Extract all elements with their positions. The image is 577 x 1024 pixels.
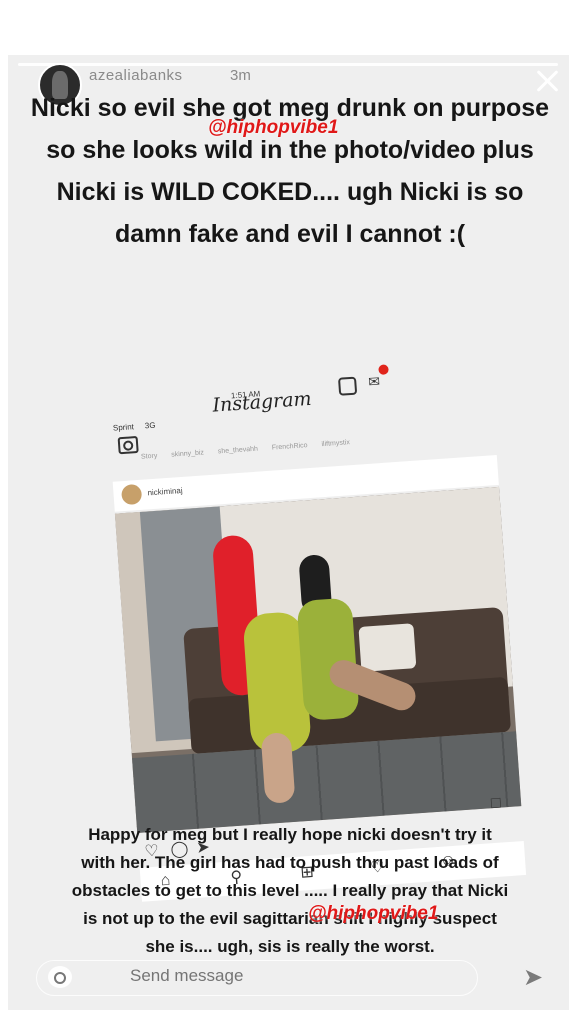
notification-badge (378, 364, 389, 375)
watermark: @hiphopvibe1 (208, 117, 339, 138)
message-input[interactable] (128, 965, 432, 987)
network-label: 3G (144, 420, 156, 431)
bookmark-icon: □ (490, 794, 502, 813)
photo-pillow (358, 623, 417, 672)
post-username: nickiminaj (147, 485, 183, 498)
story-label: FrenchRico (271, 442, 308, 452)
direct-message-icon: ✉ (367, 372, 381, 390)
post-photo (114, 486, 522, 833)
caption-bottom: Happy for meg but I really hope nicki do… (71, 825, 509, 956)
photo-person-leg (260, 732, 296, 804)
camera-icon (117, 435, 139, 455)
story-label: skinny_biz (171, 449, 205, 459)
username[interactable]: azealiabanks (89, 67, 183, 84)
caption-top: Nicki so evil she got meg drunk on purpo… (30, 94, 550, 248)
story-label: iliftmystix (321, 439, 351, 449)
photo-person (296, 597, 360, 721)
stories-row: Story skinny_biz she_thevahh FrenchRico … (141, 431, 471, 464)
camera-icon[interactable] (48, 966, 72, 988)
igtv-icon (337, 376, 358, 396)
story-label: Story (140, 452, 158, 461)
watermark: @hiphopvibe1 (308, 903, 439, 924)
timestamp: 3m (230, 67, 251, 84)
carrier-label: Sprint (112, 422, 135, 433)
story-label: she_thevahh (217, 445, 259, 456)
story-frame: azealiabanks 3m Nicki so evil she got me… (8, 55, 569, 1010)
send-icon[interactable]: ➤ (523, 963, 543, 992)
story-progress-bar (18, 63, 558, 66)
instagram-logo: Instagram (211, 387, 313, 417)
post-avatar (120, 483, 143, 506)
embedded-status-bar: Sprint 3G 1:51 AM (109, 348, 479, 432)
